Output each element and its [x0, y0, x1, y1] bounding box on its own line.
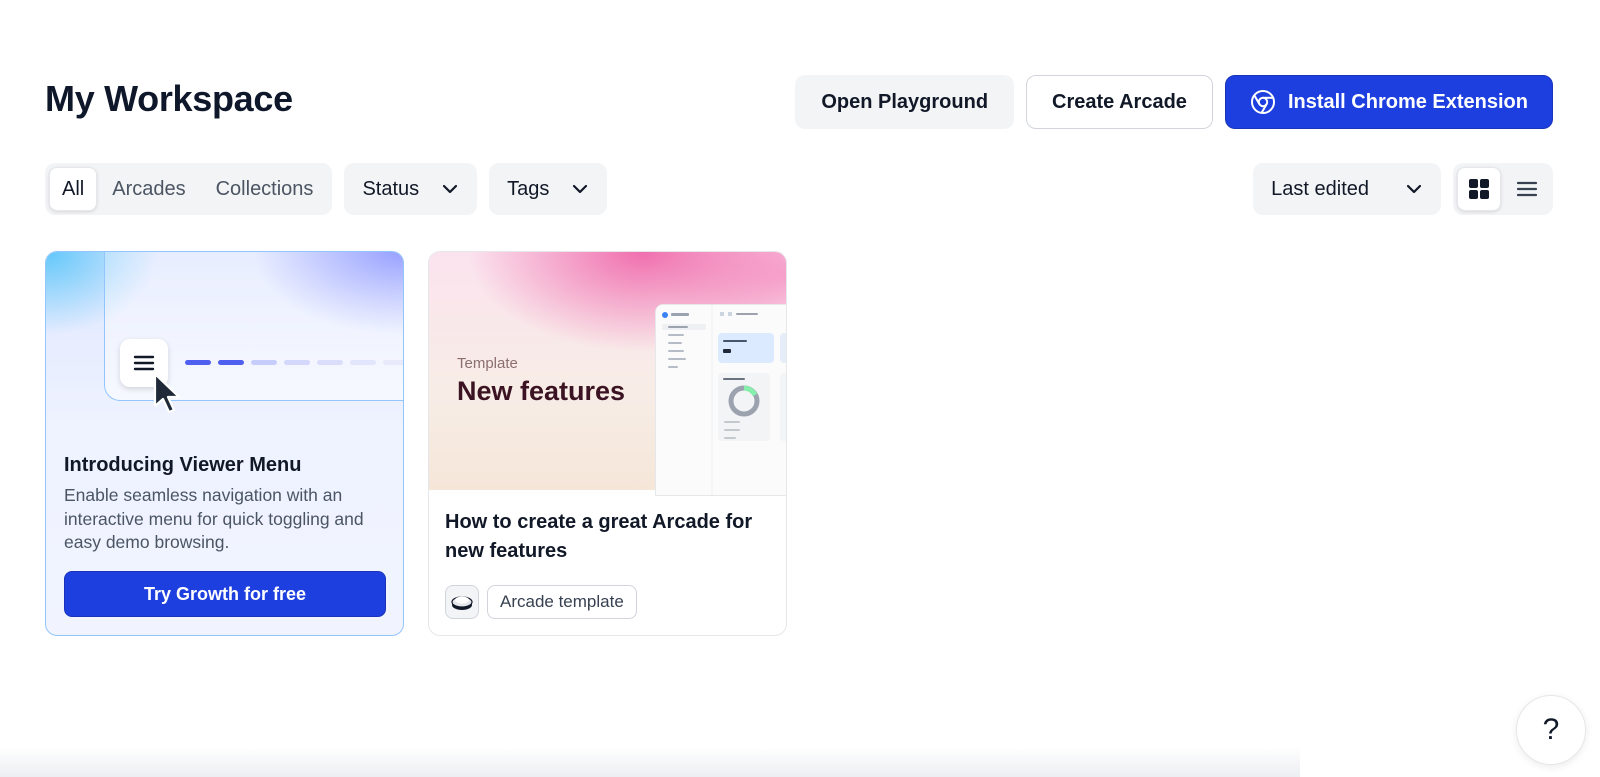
install-chrome-extension-button[interactable]: Install Chrome Extension: [1224, 75, 1553, 129]
sort-dropdown[interactable]: Last edited: [1253, 163, 1441, 215]
promo-description: Enable seamless navigation with an inter…: [64, 485, 364, 552]
progress-dash: [251, 360, 277, 365]
status-dropdown[interactable]: Status: [344, 163, 478, 215]
arcade-logo-icon: [451, 596, 473, 610]
tab-all[interactable]: All: [49, 167, 98, 211]
progress-dash: [185, 360, 211, 365]
arcade-logo-avatar: [445, 585, 479, 619]
grid-view-button[interactable]: [1457, 167, 1501, 211]
bottom-scroll-fade: [0, 747, 1300, 777]
create-arcade-button[interactable]: Create Arcade: [1026, 75, 1213, 129]
view-mode-toggle: [1453, 163, 1553, 215]
list-view-button[interactable]: [1505, 167, 1549, 211]
install-extension-label: Install Chrome Extension: [1287, 90, 1528, 113]
template-thumb-label: Template: [457, 355, 518, 372]
tab-collections[interactable]: Collections: [201, 167, 329, 211]
chevron-down-icon: [1406, 184, 1422, 194]
tab-arcades[interactable]: Arcades: [97, 167, 200, 211]
dashboard-preview: [655, 304, 786, 496]
help-button[interactable]: ?: [1516, 695, 1586, 765]
dashboard-preview-graphic: [656, 305, 786, 495]
chevron-down-icon: [443, 184, 458, 194]
tags-dropdown-label: Tags: [507, 177, 550, 200]
template-card[interactable]: Template New features How to create a gr…: [428, 251, 787, 636]
template-meta: Arcade template: [445, 585, 637, 619]
try-growth-button[interactable]: Try Growth for free: [64, 571, 386, 617]
tags-dropdown[interactable]: Tags: [489, 163, 608, 215]
view-tools: Last edited: [1253, 163, 1553, 215]
template-tag[interactable]: Arcade template: [487, 585, 637, 619]
filter-bar: All Arcades Collections Status Tags: [45, 163, 608, 215]
header-actions: Open Playground Create Arcade Install Ch…: [795, 75, 1553, 129]
progress-dash: [218, 360, 244, 365]
promo-illustration: [46, 252, 403, 422]
chevron-down-icon: [573, 184, 588, 194]
open-playground-button[interactable]: Open Playground: [795, 75, 1015, 129]
page-title: My Workspace: [45, 78, 293, 119]
cursor-icon: [153, 372, 181, 414]
viewer-menu-promo-card: Introducing Viewer Menu Enable seamless …: [45, 251, 404, 636]
promo-title: Introducing Viewer Menu: [64, 454, 302, 476]
status-dropdown-label: Status: [362, 177, 420, 200]
template-title[interactable]: How to create a great Arcade for new fea…: [445, 508, 775, 566]
progress-dash: [383, 360, 403, 365]
grid-icon: [1469, 179, 1489, 199]
sort-dropdown-label: Last edited: [1271, 177, 1369, 200]
list-icon: [1516, 181, 1538, 197]
template-thumbnail: Template New features: [429, 252, 786, 496]
type-segmented-control: All Arcades Collections: [45, 163, 333, 215]
progress-dash: [284, 360, 310, 365]
progress-dash: [317, 360, 343, 365]
template-thumb-heading: New features: [457, 376, 626, 406]
progress-dash: [350, 360, 376, 365]
chrome-icon: [1250, 90, 1275, 114]
